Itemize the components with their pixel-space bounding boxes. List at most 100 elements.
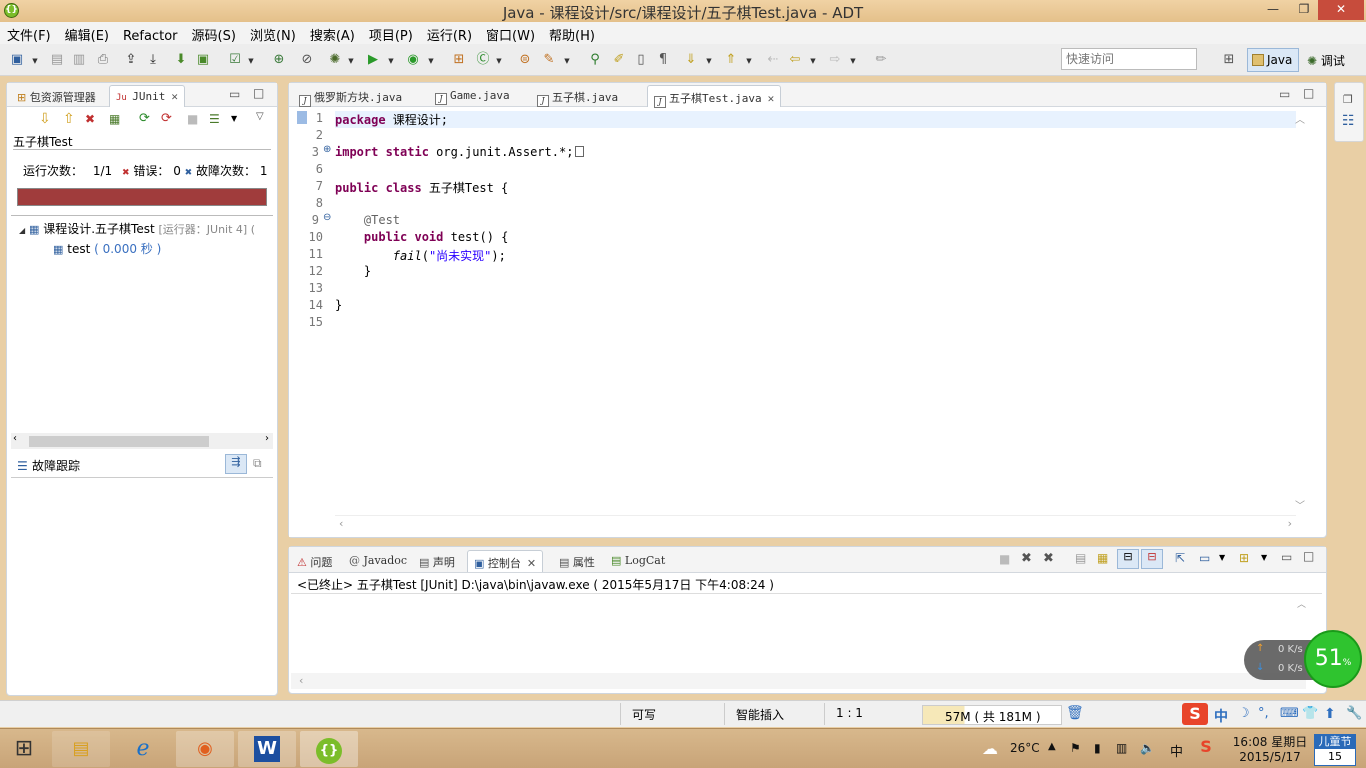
next-edit-icon[interactable]: ⇓ (682, 51, 700, 69)
scroll-down-icon[interactable]: ﹀ (1295, 497, 1305, 512)
display-console-icon[interactable]: ▭ (1199, 551, 1210, 565)
save-icon[interactable]: ▤ (48, 51, 66, 69)
tab-tetris[interactable]: J 俄罗斯方块.java (293, 85, 408, 107)
internet-explorer-icon[interactable]: ℯ (114, 731, 172, 767)
folded-block-icon[interactable] (575, 146, 585, 157)
scroll-lock-icon[interactable]: ▦ (1097, 551, 1108, 565)
tab-package-explorer[interactable]: ⊞ 包资源管理器 (11, 85, 102, 107)
file-explorer-icon[interactable]: ▤ (52, 731, 110, 767)
back-dropdown-icon[interactable]: ▼ (808, 51, 818, 69)
search-icon[interactable]: ✎ (540, 51, 558, 69)
checkbox-icon[interactable]: ☑ (226, 51, 244, 69)
close-tab-icon[interactable]: ✕ (171, 90, 178, 103)
debug-dropdown-icon[interactable]: ▼ (346, 51, 356, 69)
tree-item-test[interactable]: ▦ test ( 0.000 秒 ) (53, 240, 161, 257)
perspective-java-button[interactable]: Java (1247, 48, 1299, 72)
action-center-icon[interactable]: ⚑ (1070, 741, 1081, 755)
memory-percent-ball[interactable]: 51% (1304, 630, 1362, 688)
network-icon[interactable]: ▥ (1116, 741, 1127, 755)
menu-search[interactable]: 搜索(A) (303, 22, 362, 44)
new-class-dropdown-icon[interactable]: ▼ (494, 51, 504, 69)
horizontal-scrollbar[interactable]: ‹ › (11, 433, 273, 449)
weather-icon[interactable]: ☁ (982, 739, 998, 758)
display-console-dropdown-icon[interactable]: ▼ (1219, 553, 1225, 562)
debug-icon[interactable]: ✺ (326, 51, 344, 69)
show-hidden-icons[interactable]: ▲ (1048, 741, 1056, 752)
run-icon[interactable]: ▶ (364, 51, 382, 69)
maximize-editor-icon[interactable]: □ (1303, 86, 1314, 100)
last-edit-icon[interactable]: ⇠ (764, 51, 782, 69)
search-dropdown-icon[interactable]: ▼ (562, 51, 572, 69)
minimize-view-icon[interactable]: ▭ (1281, 550, 1292, 564)
scroll-thumb[interactable] (29, 436, 209, 447)
coverage-icon[interactable]: ◉ (404, 51, 422, 69)
tab-problems[interactable]: ⚠ 问题 (291, 550, 338, 572)
coverage-dropdown-icon[interactable]: ▼ (426, 51, 436, 69)
view-menu-icon[interactable]: ▽ (256, 111, 264, 122)
pin-console-icon[interactable]: ⇱ (1175, 551, 1185, 565)
terminate-icon[interactable]: ■ (999, 552, 1010, 566)
wps-writer-icon[interactable]: W (238, 731, 296, 767)
close-tab-icon[interactable]: ✕ (527, 557, 536, 570)
skip-breakpoints-icon[interactable]: ⊘ (298, 51, 316, 69)
halfwidth-icon[interactable]: ☽ (1238, 706, 1250, 721)
punctuation-icon[interactable]: °, (1258, 706, 1269, 721)
browser-icon[interactable]: ◉ (176, 731, 234, 767)
tab-javadoc[interactable]: @ Javadoc (343, 550, 413, 572)
heap-status[interactable]: 57M ( 共 181M ) (922, 705, 1062, 725)
code-line[interactable]: @Test (335, 213, 400, 227)
clear-console-icon[interactable]: ▤ (1075, 551, 1086, 565)
compare-result-icon[interactable]: ⧉ (253, 456, 262, 471)
skin-icon[interactable]: 👕 (1302, 706, 1318, 721)
new-class-icon[interactable]: Ⓒ (474, 51, 492, 69)
open-perspective-icon[interactable]: ⊞ (1220, 51, 1238, 69)
volume-icon[interactable]: 🔈 (1140, 741, 1155, 755)
back-icon[interactable]: ⇦ (786, 51, 804, 69)
collapse-fold-icon[interactable]: ⊖ (323, 212, 331, 223)
new-dropdown-icon[interactable]: ▼ (30, 51, 40, 69)
tab-junit[interactable]: Ju JUnit ✕ (109, 85, 186, 107)
weather-temp[interactable]: 26°C (1010, 741, 1040, 755)
code-line[interactable]: } (335, 264, 371, 278)
upgrade-icon[interactable]: ⬆ (1324, 706, 1336, 722)
show-whitespace-icon[interactable]: ¶ (654, 51, 672, 69)
import-icon[interactable]: ⤓ (144, 51, 162, 69)
ime-mode-icon[interactable]: 中 (1214, 706, 1228, 726)
new-package-icon[interactable]: ⊞ (450, 51, 468, 69)
open-console-icon[interactable]: ⊞ (1239, 551, 1249, 565)
expand-fold-icon[interactable]: ⊕ (323, 144, 331, 155)
tab-game[interactable]: J Game.java (429, 85, 516, 107)
outline-icon[interactable]: ☷ (1342, 113, 1355, 129)
block-selection-icon[interactable]: ▯ (632, 51, 650, 69)
failures-only-icon[interactable]: ✖ (85, 112, 95, 126)
prev-failure-icon[interactable]: ⇧ (63, 111, 75, 127)
android-sdk-icon[interactable]: ⬇ (172, 51, 190, 69)
collapse-icon[interactable]: ◢ (19, 226, 25, 235)
code-line[interactable]: public void test() { (335, 230, 509, 244)
editor-hscrollbar[interactable]: ‹ › (335, 515, 1296, 531)
rerun-failed-icon[interactable]: ⟳ (161, 111, 172, 126)
scroll-left-icon[interactable]: ‹ (299, 674, 303, 687)
code-line[interactable]: public class 五子棋Test { (335, 179, 508, 196)
clock[interactable]: 16:08 星期日 2015/5/17 (1230, 733, 1310, 764)
remove-launch-icon[interactable]: ✖ (1021, 551, 1032, 566)
show-on-stdout-icon[interactable]: ⊟ (1117, 549, 1139, 569)
console-hscrollbar[interactable]: ‹ (291, 673, 1306, 689)
remove-all-icon[interactable]: ✖ (1043, 551, 1054, 566)
history-icon[interactable]: ☰ (209, 112, 220, 126)
calendar-widget[interactable]: 儿童节 15 (1314, 734, 1356, 766)
tree-item-suite[interactable]: ◢ ▦ 课程设计.五子棋Test [运行器：JUnit 4] ( (19, 220, 255, 237)
menu-project[interactable]: 项目(P) (362, 22, 420, 44)
tab-declaration[interactable]: ▤ 声明 (413, 550, 461, 572)
network-speed-widget[interactable]: ↑ 0 K/s ↓ 0 K/s 51% (1244, 630, 1362, 688)
run-dropdown-icon[interactable]: ▼ (386, 51, 396, 69)
mark-occurrences-icon[interactable]: ✐ (610, 51, 628, 69)
show-on-stderr-icon[interactable]: ⊟ (1141, 549, 1163, 569)
tab-console[interactable]: ▣ 控制台 ✕ (467, 550, 544, 572)
scroll-right-icon[interactable]: › (1288, 517, 1292, 530)
sogou-tray-icon[interactable]: S (1196, 737, 1216, 757)
print-icon[interactable]: ⎙ (94, 51, 112, 69)
android-project-icon[interactable]: ⊕ (270, 51, 288, 69)
forward-dropdown-icon[interactable]: ▼ (848, 51, 858, 69)
menu-edit[interactable]: 编辑(E) (58, 22, 116, 44)
